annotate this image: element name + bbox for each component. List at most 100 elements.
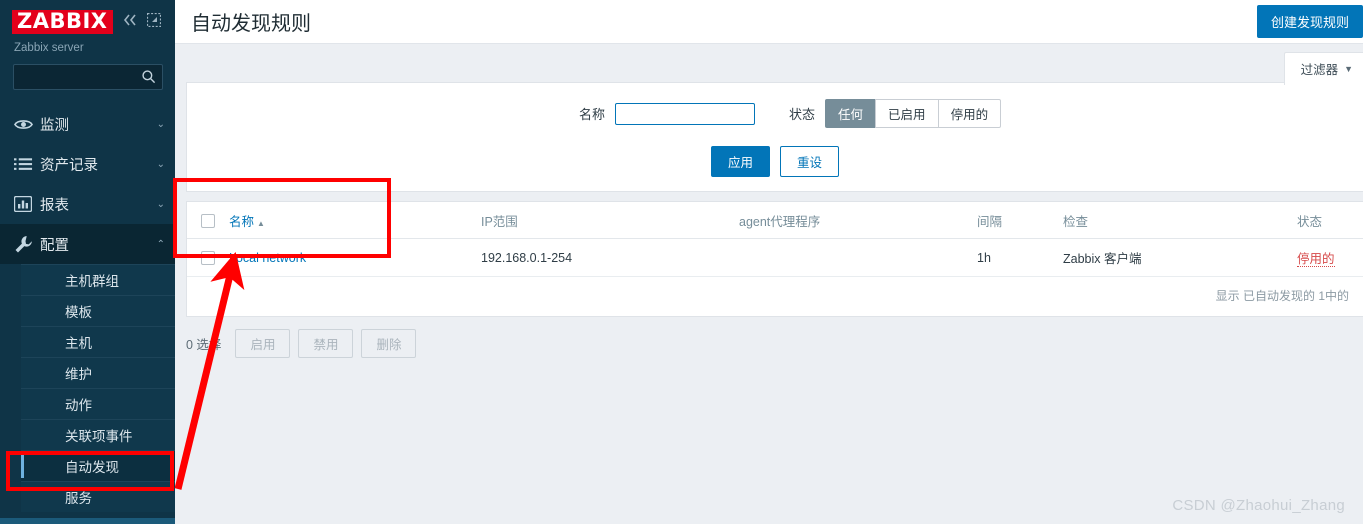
- status-option-enabled[interactable]: 已启用: [875, 99, 939, 128]
- status-badge[interactable]: 停用的: [1297, 252, 1335, 267]
- sidebar: ZABBIX Zabbix server 监测 ⌄ 资产记录 ⌄ 报表 ⌄ 配置…: [0, 0, 175, 524]
- submenu-item-label: 模板: [65, 305, 92, 320]
- disable-button[interactable]: 禁用: [298, 329, 354, 358]
- table-row: Local network 192.168.0.1-254 1h Zabbix …: [187, 238, 1363, 277]
- bar-chart-icon: [14, 196, 40, 212]
- cell-interval: 1h: [971, 238, 1057, 277]
- search-input[interactable]: [14, 65, 162, 89]
- list-icon: [14, 157, 40, 171]
- delete-button[interactable]: 删除: [361, 329, 417, 358]
- zabbix-app-window: ZABBIX Zabbix server 监测 ⌄ 资产记录 ⌄ 报表 ⌄ 配置…: [0, 0, 1363, 524]
- cell-status: 停用的: [1291, 238, 1363, 277]
- sidebar-item-label: 监测: [40, 117, 69, 134]
- chevron-down-icon: ⌄: [156, 158, 165, 170]
- submenu-item-label: 关联项事件: [65, 429, 133, 444]
- zabbix-logo[interactable]: ZABBIX: [12, 10, 113, 34]
- filter-panel: 名称 状态 任何 已启用 停用的 应用 重设: [186, 82, 1363, 192]
- sidebar-item-label: 资产记录: [40, 157, 98, 174]
- discovery-rules-panel: 名称 ▲ IP范围 agent代理程序 间隔 检查 状态 Local netwo…: [186, 201, 1363, 317]
- sidebar-item-label: 报表: [40, 197, 69, 214]
- apply-filter-button[interactable]: 应用: [710, 146, 770, 177]
- cell-checks: Zabbix 客户端: [1057, 238, 1291, 277]
- page-title: 自动发现规则: [191, 13, 311, 35]
- filter-status-label: 状态: [789, 107, 816, 122]
- submenu-item-label: 主机群组: [65, 274, 119, 289]
- filter-buttons: 应用 重设: [187, 146, 1363, 177]
- filter-name-input[interactable]: [615, 102, 756, 125]
- eye-icon: [14, 117, 40, 132]
- filter-tab-label: 过滤器: [1300, 63, 1339, 77]
- row-checkbox[interactable]: [201, 250, 215, 265]
- wrench-icon: [14, 235, 40, 254]
- status-option-disabled[interactable]: 停用的: [937, 99, 1002, 128]
- watermark: CSDN @Zhaohui_Zhang: [1172, 497, 1345, 514]
- search-icon[interactable]: [141, 69, 156, 89]
- sidebar-item-services[interactable]: 服务: [21, 481, 175, 512]
- submenu-item-label: 动作: [65, 398, 92, 413]
- create-discovery-rule-button[interactable]: 创建发现规则: [1256, 5, 1363, 38]
- sort-asc-icon: ▲: [257, 219, 265, 228]
- sidebar-header-icons: [122, 12, 163, 32]
- enable-button[interactable]: 启用: [235, 329, 291, 358]
- chevron-up-icon: ⌃: [156, 238, 165, 250]
- chevron-down-icon: ▼: [1344, 63, 1353, 74]
- selected-count-label: 0 选择: [186, 338, 222, 352]
- sidebar-item-actions[interactable]: 动作: [21, 388, 175, 419]
- column-header-checks: 检查: [1057, 202, 1291, 239]
- column-header-name[interactable]: 名称 ▲: [223, 202, 475, 239]
- column-header-proxy: agent代理程序: [733, 202, 971, 239]
- sidebar-item-monitoring[interactable]: 监测 ⌄: [0, 104, 175, 144]
- discovery-rules-table: 名称 ▲ IP范围 agent代理程序 间隔 检查 状态 Local netwo…: [187, 202, 1363, 277]
- row-select-cell: [187, 238, 223, 277]
- sidebar-item-event-correlation[interactable]: 关联项事件: [21, 419, 175, 450]
- submenu-item-label: 主机: [65, 336, 92, 351]
- chevron-down-icon: ⌄: [156, 198, 165, 210]
- table-body: Local network 192.168.0.1-254 1h Zabbix …: [187, 238, 1363, 277]
- header-actions: 创建发现规则: [1256, 5, 1363, 38]
- sidebar-item-discovery[interactable]: 自动发现: [21, 450, 175, 481]
- submenu-item-label: 维护: [65, 367, 92, 382]
- sidebar-item-host-groups[interactable]: 主机群组: [21, 264, 175, 295]
- page-header: 自动发现规则 创建发现规则: [175, 0, 1363, 44]
- sidebar-item-configuration[interactable]: 配置 ⌃: [0, 224, 175, 264]
- column-header-ip-range: IP范围: [475, 202, 733, 239]
- cell-ip-range: 192.168.0.1-254: [475, 238, 733, 277]
- sidebar-item-label: 配置: [40, 237, 69, 254]
- select-all-header: [187, 202, 223, 239]
- configuration-submenu: 主机群组 模板 主机 维护 动作 关联项事件 自动发现 服务: [0, 264, 175, 512]
- sidebar-item-hosts[interactable]: 主机: [21, 326, 175, 357]
- filter-status-segmented: 任何 已启用 停用的: [825, 99, 1002, 128]
- select-all-checkbox[interactable]: [201, 213, 215, 228]
- sidebar-item-inventory[interactable]: 资产记录 ⌄: [0, 144, 175, 184]
- status-option-any[interactable]: 任何: [825, 99, 877, 128]
- table-footer-summary: 显示 已自动发现的 1中的: [1215, 289, 1349, 303]
- sidebar-item-reports[interactable]: 报表 ⌄: [0, 184, 175, 224]
- search-box[interactable]: [13, 64, 163, 90]
- column-header-status: 状态: [1291, 202, 1363, 239]
- main-content: 自动发现规则 创建发现规则 过滤器 ▼ 名称 状态 任何 已启用 停用的 应用 …: [175, 0, 1363, 524]
- table-header-row: 名称 ▲ IP范围 agent代理程序 间隔 检查 状态: [187, 202, 1363, 239]
- filter-tabbar: 过滤器 ▼: [175, 44, 1363, 85]
- sidebar-header: ZABBIX: [0, 0, 175, 34]
- reset-filter-button[interactable]: 重设: [780, 146, 840, 177]
- table-head: 名称 ▲ IP范围 agent代理程序 间隔 检查 状态: [187, 202, 1363, 239]
- filter-tab[interactable]: 过滤器 ▼: [1283, 52, 1363, 85]
- filter-row: 名称 状态 任何 已启用 停用的: [187, 99, 1363, 128]
- sidebar-item-templates[interactable]: 模板: [21, 295, 175, 326]
- double-chevron-left-icon[interactable]: [122, 13, 138, 32]
- submenu-item-label: 服务: [65, 491, 92, 506]
- sidebar-nav: 监测 ⌄ 资产记录 ⌄ 报表 ⌄ 配置 ⌃ 主机群组 模板 主机 维护 动作 关…: [0, 104, 175, 512]
- sidebar-bottom-strip: [0, 518, 175, 524]
- submenu-item-label: 自动发现: [65, 460, 119, 475]
- bulk-action-bar: 0 选择 启用 禁用 删除: [175, 317, 1363, 358]
- compact-view-icon[interactable]: [146, 12, 162, 32]
- server-name-label: Zabbix server: [14, 42, 84, 54]
- sidebar-search: [0, 56, 175, 100]
- discovery-rule-link[interactable]: Local network: [229, 251, 306, 265]
- chevron-down-icon: ⌄: [156, 118, 165, 130]
- cell-proxy: [733, 238, 971, 277]
- sidebar-item-maintenance[interactable]: 维护: [21, 357, 175, 388]
- column-label: 名称: [229, 215, 255, 229]
- filter-name-label: 名称: [579, 107, 606, 122]
- cell-name: Local network: [223, 238, 475, 277]
